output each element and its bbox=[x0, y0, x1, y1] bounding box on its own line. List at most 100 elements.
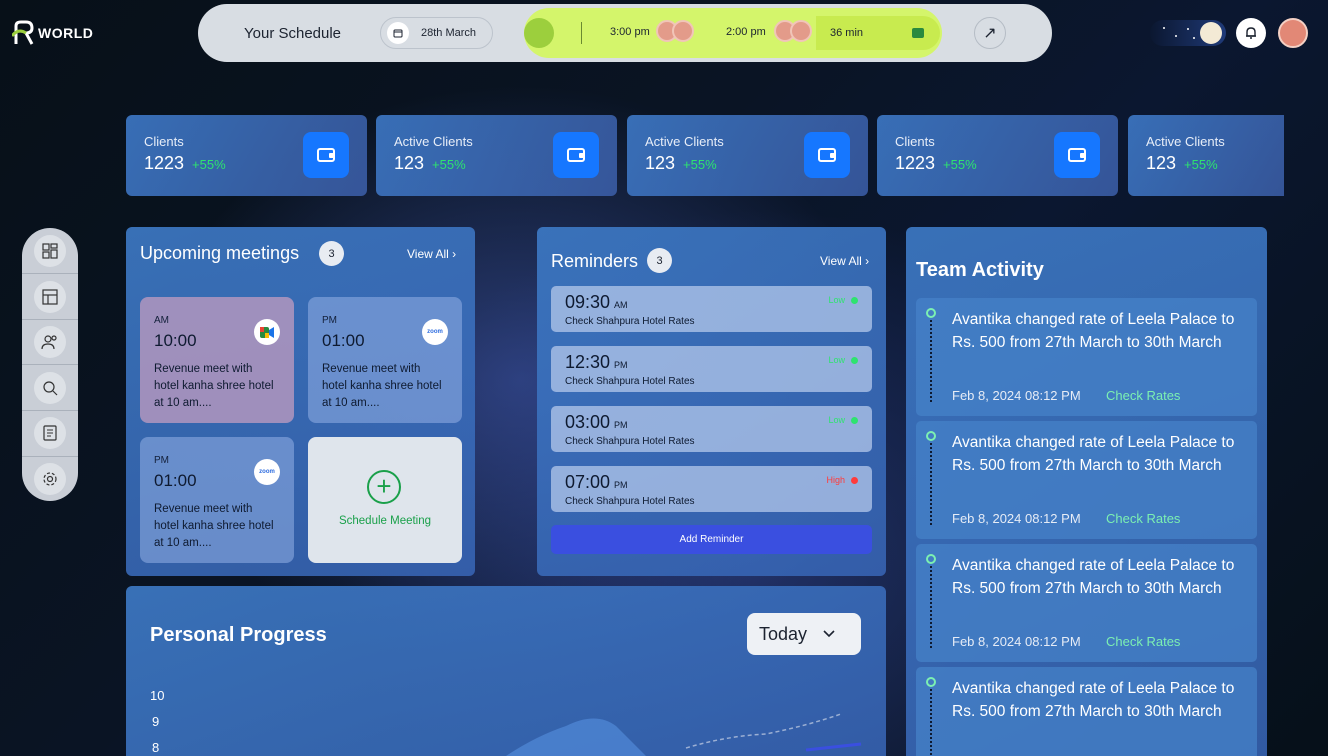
sidebar-item-dashboard[interactable] bbox=[34, 235, 66, 267]
theme-toggle[interactable] bbox=[1150, 20, 1226, 46]
stat-card[interactable]: Active Clients 123 +55% bbox=[627, 115, 868, 196]
timeline-divider bbox=[581, 22, 582, 44]
stat-card[interactable]: Clients 1223 +55% bbox=[877, 115, 1118, 196]
users-icon bbox=[41, 335, 57, 350]
timeline-dot bbox=[926, 308, 936, 318]
activity-timestamp: Feb 8, 2024 08:12 PM bbox=[952, 511, 1081, 526]
slot-duration[interactable]: 36 min bbox=[816, 16, 940, 50]
stat-change: +55% bbox=[192, 157, 226, 172]
reminder-priority: Low bbox=[828, 355, 845, 365]
avatar bbox=[790, 20, 812, 42]
sidebar-divider bbox=[22, 456, 78, 457]
schedule-meeting-button[interactable]: + Schedule Meeting bbox=[308, 437, 462, 563]
sidebar-nav bbox=[22, 228, 78, 501]
brand-logo[interactable]: WORLD bbox=[12, 20, 93, 46]
stat-card[interactable]: Active Clients 123 +55% bbox=[1128, 115, 1284, 196]
priority-dot bbox=[851, 356, 858, 364]
meeting-time: 10:00 bbox=[154, 331, 197, 350]
stat-label: Active Clients bbox=[645, 134, 724, 149]
slot-avatars bbox=[774, 20, 812, 42]
activity-item: Avantika changed rate of Leela Palace to… bbox=[916, 667, 1257, 756]
stat-change: +55% bbox=[683, 157, 717, 172]
meeting-ampm: AM bbox=[154, 315, 169, 326]
sidebar-item-reports[interactable] bbox=[34, 281, 66, 313]
stat-change: +55% bbox=[1184, 157, 1218, 172]
timeline-line bbox=[930, 566, 932, 648]
sidebar-item-settings[interactable] bbox=[34, 463, 66, 495]
timeline-line bbox=[930, 443, 932, 525]
reminder-item[interactable]: 03:00 PM Check Shahpura Hotel Rates Low bbox=[551, 406, 872, 452]
sidebar-item-search[interactable] bbox=[34, 372, 66, 404]
stat-change: +55% bbox=[943, 157, 977, 172]
slot-avatars bbox=[656, 20, 694, 42]
reminder-description: Check Shahpura Hotel Rates bbox=[565, 376, 695, 387]
meeting-card[interactable]: PM 01:00 Revenue meet with hotel kanha s… bbox=[140, 437, 294, 563]
reminder-time: 03:00 bbox=[565, 412, 611, 432]
progress-chart-area bbox=[506, 713, 862, 756]
personal-progress-panel: Personal Progress Today 10 9 8 bbox=[126, 586, 886, 756]
reminders-view-all-link[interactable]: View All › bbox=[820, 254, 869, 268]
sidebar-item-users[interactable] bbox=[34, 326, 66, 358]
wallet-icon bbox=[1054, 132, 1100, 178]
wallet-icon bbox=[303, 132, 349, 178]
activity-timestamp: Feb 8, 2024 08:12 PM bbox=[952, 634, 1081, 649]
team-activity-title: Team Activity bbox=[916, 259, 1044, 281]
reminder-item[interactable]: 09:30 AM Check Shahpura Hotel Rates Low bbox=[551, 286, 872, 332]
sidebar-divider bbox=[22, 273, 78, 274]
timeline-start-dot bbox=[524, 18, 554, 48]
activity-message: Avantika changed rate of Leela Palace to… bbox=[952, 311, 1235, 351]
slot-time: 2:00 pm bbox=[726, 26, 766, 38]
activity-message: Avantika changed rate of Leela Palace to… bbox=[952, 434, 1235, 474]
meeting-card[interactable]: AM 10:00 Revenue meet with hotel kanha s… bbox=[140, 297, 294, 423]
schedule-date-picker[interactable]: 28th March bbox=[380, 17, 493, 49]
add-reminder-button[interactable]: Add Reminder bbox=[551, 525, 872, 554]
sidebar-divider bbox=[22, 364, 78, 365]
stat-change: +55% bbox=[432, 157, 466, 172]
check-rates-link[interactable]: Check Rates bbox=[1106, 634, 1180, 649]
notifications-button[interactable] bbox=[1236, 18, 1266, 48]
user-avatar[interactable] bbox=[1278, 18, 1308, 48]
google-meet-icon bbox=[912, 28, 924, 38]
timeline-line bbox=[930, 320, 932, 402]
stars-icon bbox=[1163, 27, 1195, 39]
plus-icon: + bbox=[367, 470, 401, 504]
brand-name: WORLD bbox=[38, 25, 94, 41]
meetings-count-badge: 3 bbox=[319, 241, 344, 266]
stat-card[interactable]: Clients 1223 +55% bbox=[126, 115, 367, 196]
logo-icon bbox=[12, 20, 34, 45]
reminder-item[interactable]: 12:30 PM Check Shahpura Hotel Rates Low bbox=[551, 346, 872, 392]
avatar bbox=[672, 20, 694, 42]
search-icon bbox=[43, 381, 58, 396]
reminder-ampm: AM bbox=[614, 300, 628, 310]
activity-item: Avantika changed rate of Leela Palace to… bbox=[916, 544, 1257, 662]
stat-label: Clients bbox=[895, 134, 935, 149]
chart-board-icon bbox=[42, 289, 58, 305]
schedule-timeline[interactable]: 3:00 pm 2:00 pm 36 min bbox=[524, 8, 942, 58]
check-rates-link[interactable]: Check Rates bbox=[1106, 511, 1180, 526]
stat-label: Active Clients bbox=[1146, 134, 1225, 149]
reminder-item[interactable]: 07:00 PM Check Shahpura Hotel Rates High bbox=[551, 466, 872, 512]
stat-label: Active Clients bbox=[394, 134, 473, 149]
team-activity-panel: Team Activity Avantika changed rate of L… bbox=[906, 227, 1267, 756]
gear-icon bbox=[43, 472, 57, 486]
timeline-dot bbox=[926, 554, 936, 564]
meeting-ampm: PM bbox=[322, 315, 337, 326]
stat-card[interactable]: Active Clients 123 +55% bbox=[376, 115, 617, 196]
sidebar-item-documents[interactable] bbox=[34, 417, 66, 449]
reminder-time: 07:00 bbox=[565, 472, 611, 492]
check-rates-link[interactable]: Check Rates bbox=[1106, 388, 1180, 403]
sidebar-divider bbox=[22, 319, 78, 320]
activity-message: Avantika changed rate of Leela Palace to… bbox=[952, 557, 1235, 597]
activity-item: Avantika changed rate of Leela Palace to… bbox=[916, 421, 1257, 539]
sidebar-divider bbox=[22, 410, 78, 411]
reminder-description: Check Shahpura Hotel Rates bbox=[565, 496, 695, 507]
meeting-card[interactable]: PM 01:00 Revenue meet with hotel kanha s… bbox=[308, 297, 462, 423]
meetings-view-all-link[interactable]: View All › bbox=[407, 247, 456, 261]
meeting-ampm: PM bbox=[154, 455, 169, 466]
open-schedule-button[interactable]: ↗ bbox=[974, 17, 1006, 49]
reminder-ampm: PM bbox=[614, 420, 628, 430]
reminder-priority: Low bbox=[828, 415, 845, 425]
zoom-icon: zoom bbox=[254, 459, 280, 485]
zoom-icon: zoom bbox=[422, 319, 448, 345]
timeline-dot bbox=[926, 677, 936, 687]
